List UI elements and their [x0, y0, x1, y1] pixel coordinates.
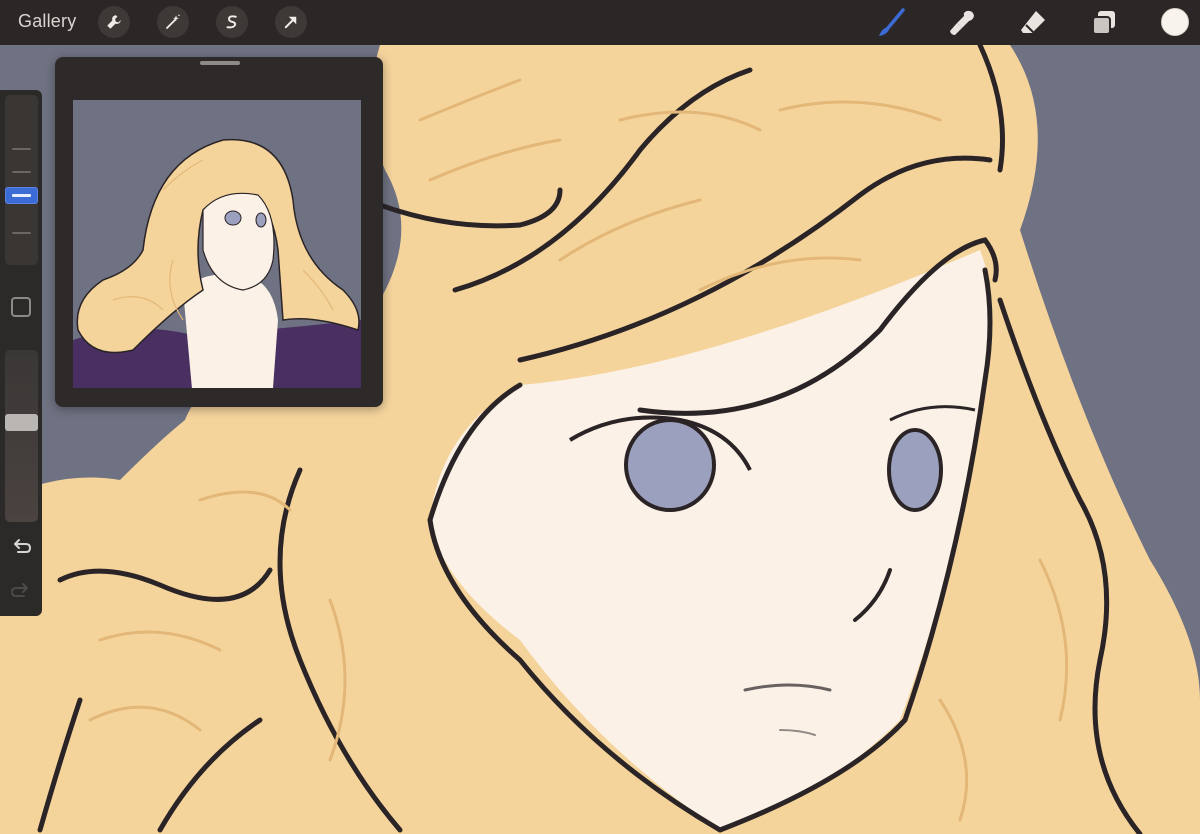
transform-button[interactable] [275, 6, 307, 38]
gallery-button[interactable]: Gallery [18, 11, 76, 32]
eraser-icon[interactable] [1018, 8, 1048, 38]
slider-tick [12, 232, 31, 234]
opacity-slider[interactable] [5, 350, 38, 522]
opacity-thumb[interactable] [5, 414, 38, 431]
redo-arrow-icon[interactable] [10, 580, 32, 602]
selection-s-icon [226, 15, 237, 29]
color-picker-button[interactable] [1161, 8, 1189, 36]
reference-thumbnail [73, 100, 361, 388]
slider-tick [12, 171, 31, 173]
slider-tick [12, 148, 31, 150]
actions-button[interactable] [98, 6, 130, 38]
brush-size-slider[interactable] [5, 95, 38, 265]
top-toolbar: Gallery [0, 0, 1200, 45]
drag-handle[interactable] [200, 61, 240, 65]
layers-icon[interactable] [1089, 8, 1119, 38]
brush-icon[interactable] [876, 8, 906, 38]
modify-button[interactable] [11, 297, 31, 317]
undo-arrow-icon[interactable] [10, 536, 32, 558]
adjustments-button[interactable] [157, 6, 189, 38]
reference-window[interactable] [55, 57, 383, 407]
brush-size-thumb[interactable] [5, 187, 38, 204]
left-sidebar [0, 90, 42, 616]
arrow-cursor-icon [284, 16, 297, 29]
wrench-icon [107, 15, 121, 29]
magic-wand-icon [166, 14, 180, 29]
smudge-icon[interactable] [947, 8, 977, 38]
selection-button[interactable] [216, 6, 248, 38]
